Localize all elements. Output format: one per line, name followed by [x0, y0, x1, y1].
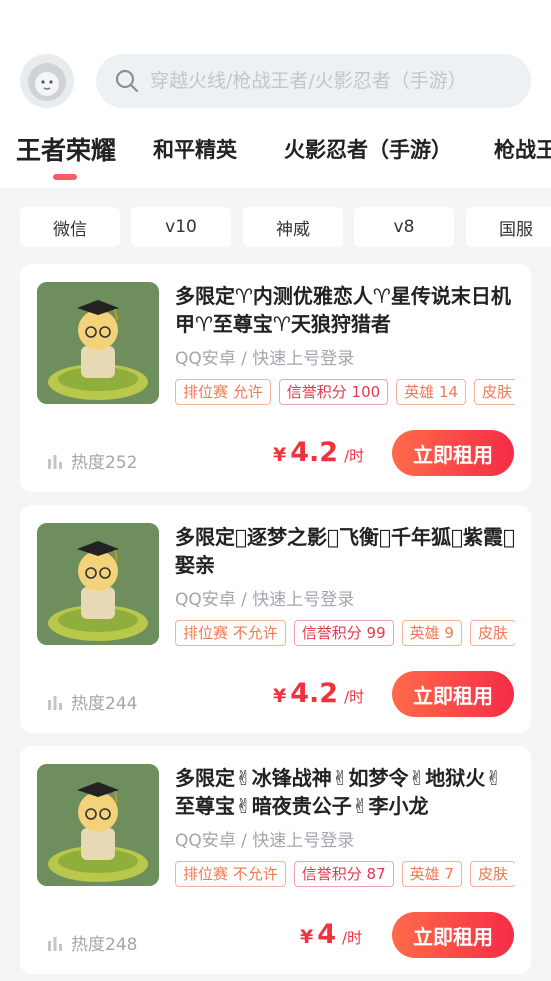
rent-now-button[interactable]: 立即租用 — [392, 430, 514, 476]
listing-card[interactable]: 多限定✌冰锋战神✌如梦令✌地狱火✌至尊宝✌暗夜贵公子✌李小龙 QQ安卓 / 快速… — [20, 746, 531, 974]
heat-indicator: 热度244 — [47, 689, 137, 714]
search-icon — [115, 69, 139, 93]
rent-now-button[interactable]: 立即租用 — [392, 671, 514, 717]
price-value: 4.2 — [290, 678, 339, 709]
heat-value: 热度248 — [71, 935, 138, 955]
game-tab-bar: 王者荣耀 和平精英 火影忍者（手游） 枪战王者 — [0, 130, 551, 185]
listing-thumbnail — [37, 523, 159, 645]
bar-chart-icon — [48, 454, 62, 469]
tab-qiangzhan[interactable]: 枪战王者 — [494, 134, 551, 164]
character-avatar-icon — [37, 523, 159, 645]
listing-thumbnail — [37, 764, 159, 886]
heat-value: 热度244 — [71, 694, 138, 714]
currency-symbol: ¥ — [273, 685, 287, 707]
tag-heroes: 英雄 9 — [401, 620, 462, 646]
price-value: 4 — [317, 919, 337, 950]
listing-card[interactable]: 多限定♈内测优雅恋人♈星传说末日机甲♈至尊宝♈天狼狩猎者 QQ安卓 / 快速上号… — [20, 264, 531, 492]
tag-heroes: 英雄 7 — [401, 861, 462, 887]
listing-platform: QQ安卓 / 快速上号登录 — [175, 590, 355, 610]
tab-wangzhe[interactable]: 王者荣耀 — [16, 131, 116, 167]
search-input[interactable] — [150, 70, 500, 92]
heat-indicator: 热度248 — [47, 930, 137, 955]
lion-avatar-icon — [20, 54, 74, 108]
listing-platform: QQ安卓 / 快速上号登录 — [175, 831, 355, 851]
tag-credit: 信誉积分 87 — [293, 861, 394, 887]
price-unit: /时 — [342, 929, 363, 947]
tag-skins: 皮肤 — [474, 379, 515, 405]
listing-title: 多限定✌冰锋战神✌如梦令✌地狱火✌至尊宝✌暗夜贵公子✌李小龙 — [175, 766, 503, 818]
price-value: 4.2 — [290, 437, 339, 468]
currency-symbol: ¥ — [300, 926, 314, 948]
heat-value: 热度252 — [71, 453, 138, 473]
listing-card[interactable]: 多限定􀀀逐梦之影􀀀飞衡􀀀千年狐􀀀紫霞􀀀娶亲 QQ安卓 / 快速上号登录 排位赛 … — [20, 505, 531, 733]
tag-ranked: 排位赛 不允许 — [175, 861, 286, 887]
listing-title: 多限定♈内测优雅恋人♈星传说末日机甲♈至尊宝♈天狼狩猎者 — [175, 284, 511, 336]
character-avatar-icon — [37, 282, 159, 404]
filter-chips: 微信 v10 神威 v8 国服 — [0, 207, 551, 247]
search-bar[interactable] — [96, 54, 531, 108]
price-unit: /时 — [344, 688, 365, 706]
listing-platform: QQ安卓 / 快速上号登录 — [175, 349, 355, 369]
listing-price: ¥ 4.2 /时 — [273, 678, 364, 709]
rent-now-button[interactable]: 立即租用 — [392, 912, 514, 958]
listing-tags: 排位赛 允许 信誉积分 100 英雄 14 皮肤 — [175, 379, 515, 407]
heat-indicator: 热度252 — [47, 448, 137, 473]
filter-chip[interactable]: v8 — [354, 207, 454, 247]
tag-credit: 信誉积分 100 — [278, 379, 389, 405]
user-avatar[interactable] — [20, 54, 74, 108]
top-header: 王者荣耀 和平精英 火影忍者（手游） 枪战王者 — [0, 0, 551, 188]
filter-chip[interactable]: 神威 — [243, 207, 343, 247]
listing-tags: 排位赛 不允许 信誉积分 99 英雄 9 皮肤 — [175, 620, 515, 648]
listing-thumbnail — [37, 282, 159, 404]
filter-chip[interactable]: v10 — [131, 207, 231, 247]
active-tab-indicator — [53, 174, 77, 180]
tab-heping[interactable]: 和平精英 — [153, 134, 237, 164]
currency-symbol: ¥ — [273, 444, 287, 466]
tag-skins: 皮肤 — [469, 620, 515, 646]
price-unit: /时 — [344, 447, 365, 465]
tag-credit: 信誉积分 99 — [293, 620, 394, 646]
listing-title: 多限定􀀀逐梦之影􀀀飞衡􀀀千年狐􀀀紫霞􀀀娶亲 — [175, 525, 516, 577]
tab-huoying[interactable]: 火影忍者（手游） — [284, 134, 452, 164]
listing-tags: 排位赛 不允许 信誉积分 87 英雄 7 皮肤 — [175, 861, 515, 889]
tag-ranked: 排位赛 不允许 — [175, 620, 286, 646]
tag-skins: 皮肤 — [469, 861, 515, 887]
filter-chip[interactable]: 国服 — [466, 207, 551, 247]
listing-price: ¥ 4 /时 — [300, 919, 362, 950]
character-avatar-icon — [37, 764, 159, 886]
listing-price: ¥ 4.2 /时 — [273, 437, 364, 468]
bar-chart-icon — [48, 936, 62, 951]
filter-chip[interactable]: 微信 — [20, 207, 120, 247]
tag-ranked: 排位赛 允许 — [175, 379, 271, 405]
tag-heroes: 英雄 14 — [396, 379, 467, 405]
bar-chart-icon — [48, 695, 62, 710]
